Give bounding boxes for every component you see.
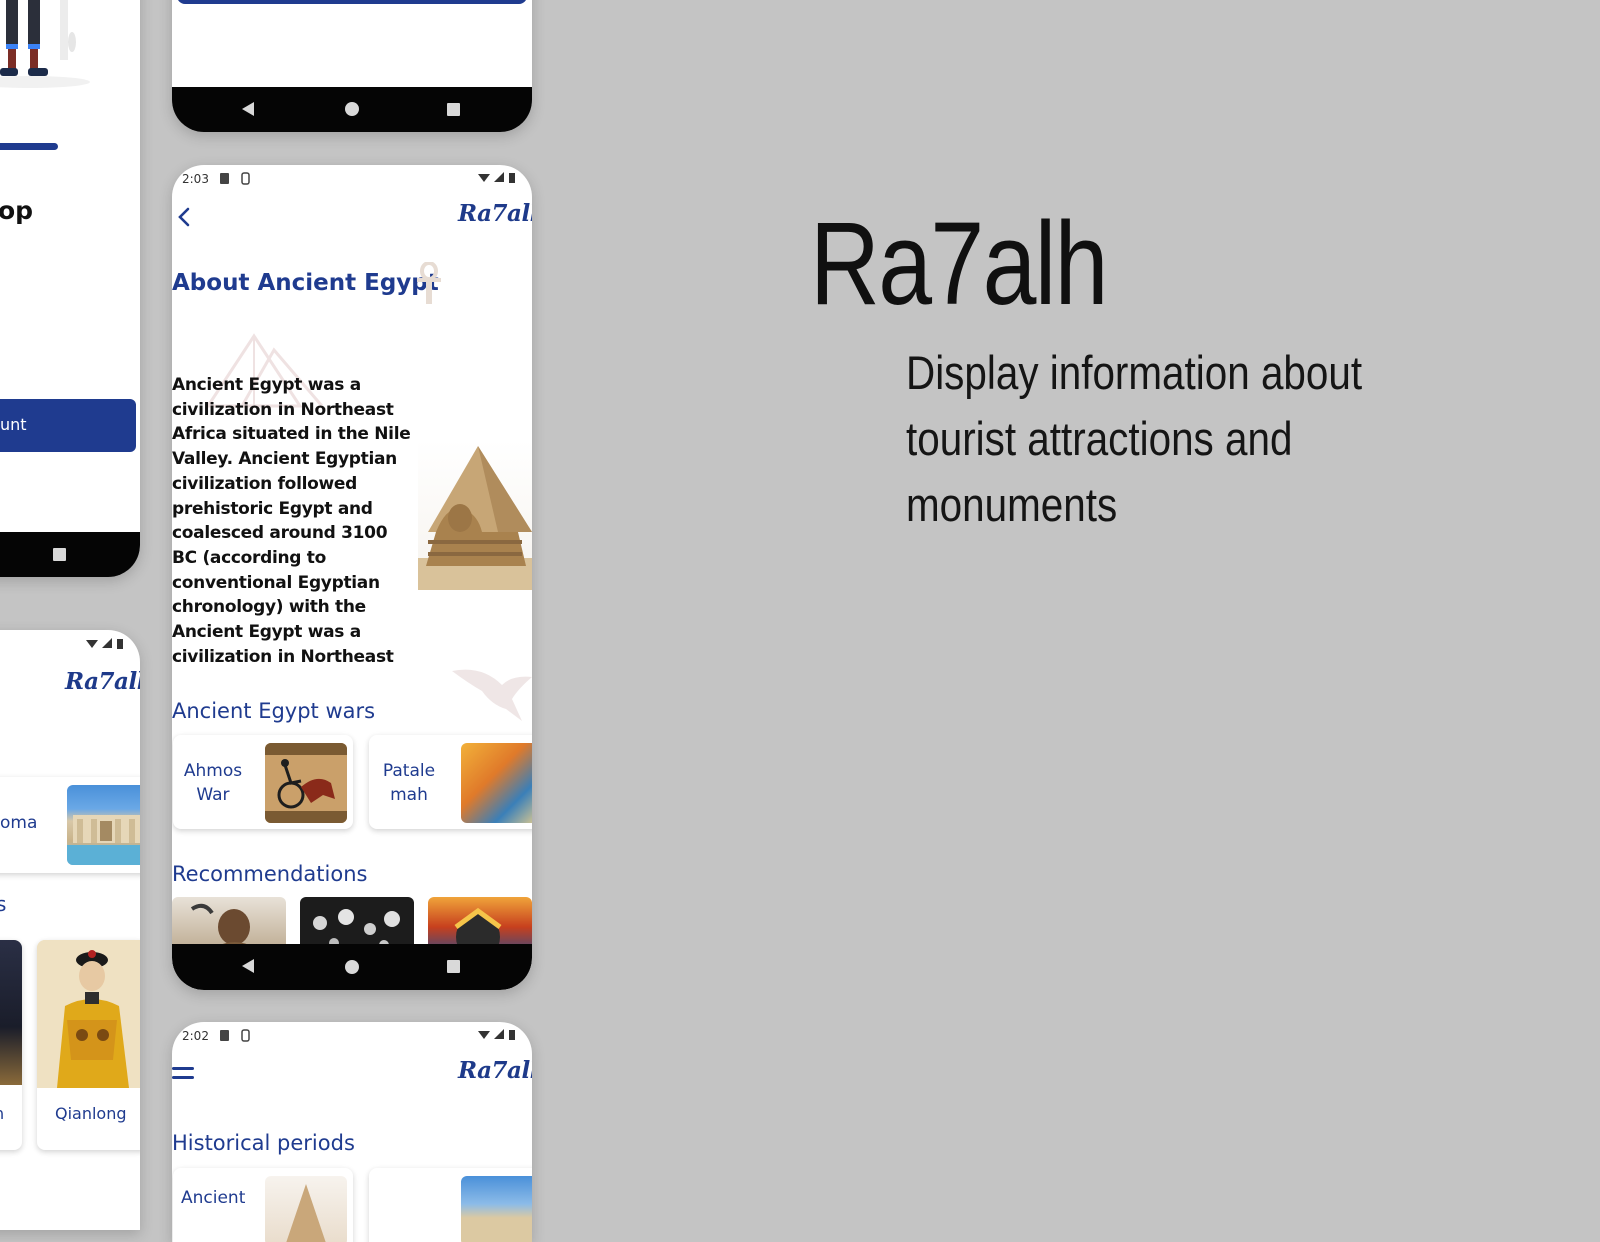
qianlong-portrait-image [37,940,140,1088]
war-card-patalemah-label: Patale mah [382,761,436,805]
person-card-left[interactable]: n [0,940,22,1150]
app-name-heading: Ra7alh [810,198,1108,330]
app-logo: Ra7alh [458,200,532,227]
sphinx-pyramid-image [418,440,532,590]
war-card-patalemah[interactable]: Patale mah [369,735,532,829]
status-notification-icons [220,1029,250,1042]
home-phone: 2:02 Ra7alh Historical periods Ancient [172,1022,532,1242]
period-card-ancient-label: Ancient [181,1188,246,1208]
system-nav-bar [0,532,140,577]
destination-card[interactable]: oma [0,777,140,873]
war-card-ahmos-label: Ahmos War [183,761,243,805]
wars-heading: Ancient Egypt wars [172,699,376,723]
fountain-image [67,785,140,865]
pyramid-image [265,1176,347,1242]
system-nav-bar [172,87,532,132]
nav-back-icon[interactable] [242,959,254,973]
page-title: About Ancient Egypt [172,270,439,296]
recent-apps-icon[interactable] [447,960,460,973]
left-phone-bottom: Ra7alh oma s n [0,630,140,1230]
app-description: Display information about tourist attrac… [906,346,1363,531]
battle-image [461,743,532,823]
person-card-left-label: n [0,1104,4,1123]
recommendations-heading: Recommendations [172,862,368,886]
periods-heading: Historical periods [172,1131,355,1155]
war-card-ahmos[interactable]: Ahmos War [173,735,353,829]
nav-back-icon[interactable] [242,102,254,116]
chariot-image [265,743,347,823]
ankh-icon [417,262,441,304]
system-nav-bar [172,944,532,990]
eagle-watermark-icon [452,669,532,721]
status-icons [86,638,123,649]
person-card-qianlong-label: Qianlong [55,1104,127,1123]
period-card-second[interactable] [369,1168,532,1242]
primary-button[interactable] [177,0,527,4]
menu-icon[interactable] [172,1066,196,1082]
destination-card-label: oma [0,813,38,833]
status-icons [478,1029,515,1040]
back-arrow-icon[interactable] [176,206,192,228]
left-phone-top: op unt [0,0,140,577]
person-card-qianlong[interactable]: Qianlong [37,940,140,1150]
section-heading-fragment: s [0,892,7,916]
person-illustration [0,0,90,88]
center-phone-top [172,0,532,132]
period-card-ancient[interactable]: Ancient [173,1168,353,1242]
status-icons [478,172,515,183]
status-time: 2:03 [182,172,209,186]
roman-building-image [461,1176,532,1242]
status-notification-icons [220,172,250,185]
nav-home-icon[interactable] [345,960,359,974]
create-account-button[interactable]: unt [0,399,136,452]
nav-home-icon[interactable] [345,102,359,116]
detail-phone: 2:03 Ra7alh About Ancient Egypt Ancient … [172,165,532,990]
recent-apps-icon[interactable] [447,103,460,116]
app-logo: Ra7alh [458,1057,532,1084]
description-text: Ancient Egypt was a civilization in Nort… [172,375,411,667]
progress-indicator [0,143,58,150]
person-image-left [0,940,22,1085]
recent-apps-icon[interactable] [53,548,66,561]
status-time: 2:02 [182,1029,209,1043]
screen-title-fragment: op [0,196,34,225]
app-logo: Ra7alh [65,668,140,695]
create-account-button-label: unt [0,415,27,434]
